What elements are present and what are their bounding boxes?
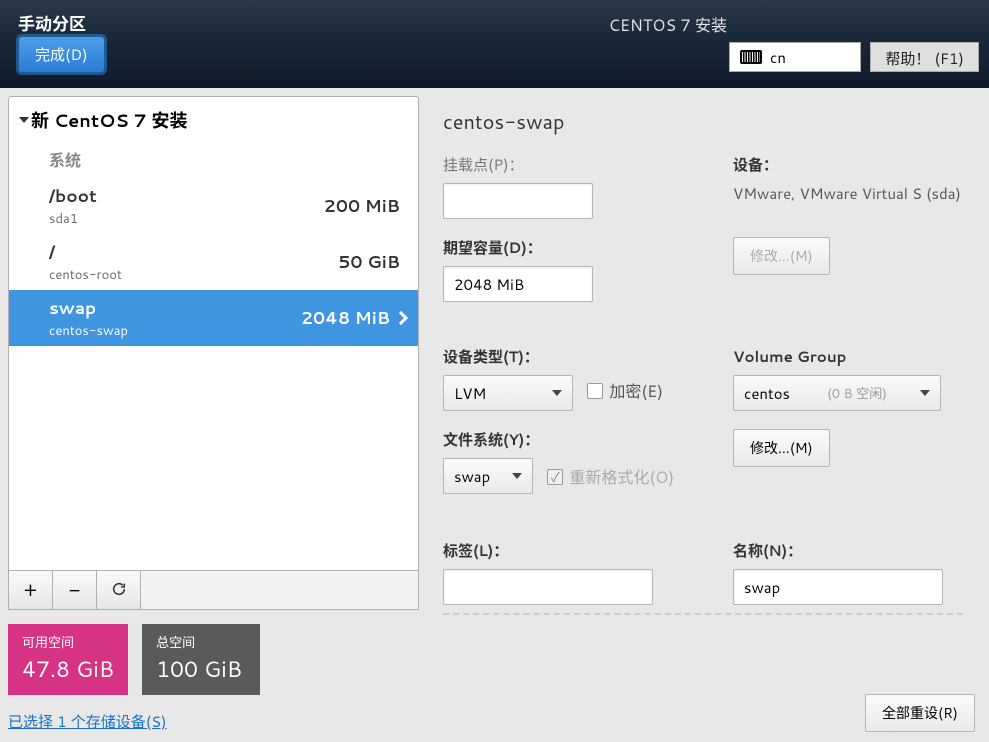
capacity-input[interactable] — [443, 266, 593, 302]
tree-header[interactable]: 新 CentOS 7 安装 — [9, 97, 418, 143]
partition-row-boot[interactable]: /boot sda1 200 MiB — [9, 178, 418, 234]
partition-toolbar: + − — [8, 571, 419, 610]
partition-name: /boot — [49, 184, 324, 208]
keyboard-icon — [740, 50, 762, 64]
keyboard-layout-indicator[interactable]: cn — [729, 42, 861, 72]
device-type-value: LVM — [454, 383, 486, 404]
tag-label: 标签(L)： — [443, 540, 723, 561]
filesystem-value: swap — [454, 466, 490, 487]
reformat-label: 重新格式化(O) — [569, 464, 674, 489]
partition-device: sda1 — [49, 210, 324, 228]
keyboard-layout-label: cn — [770, 47, 786, 68]
total-space-value: 100 GiB — [156, 654, 246, 685]
reload-icon — [111, 581, 127, 597]
remove-partition-button[interactable]: − — [53, 571, 97, 609]
device-type-select[interactable]: LVM — [443, 375, 573, 411]
chevron-down-icon — [512, 473, 522, 479]
partition-row-swap[interactable]: swap centos-swap 2048 MiB — [9, 290, 418, 346]
detail-heading: centos-swap — [443, 108, 963, 136]
topbar: 手动分区 完成(D) CENTOS 7 安装 cn 帮助！ (F1) — [0, 0, 989, 88]
volume-group-select[interactable]: centos (0 B 空闲) — [733, 375, 941, 411]
device-type-label: 设备类型(T)： — [443, 346, 723, 367]
device-text: VMware, VMware Virtual S (sda) — [733, 183, 963, 204]
partition-name: swap — [49, 296, 301, 320]
available-space-label: 可用空间 — [22, 632, 114, 652]
separator — [443, 613, 963, 615]
total-space-box: 总空间 100 GiB — [142, 624, 260, 695]
reformat-checkbox — [547, 469, 563, 485]
partition-size: 2048 MiB — [301, 306, 390, 330]
partition-device: centos-root — [49, 266, 338, 284]
volume-group-label: Volume Group — [733, 346, 963, 367]
partition-device: centos-swap — [49, 322, 301, 340]
total-space-label: 总空间 — [156, 632, 246, 652]
left-pane: 新 CentOS 7 安装 系统 /boot sda1 200 MiB / ce… — [8, 96, 419, 732]
add-partition-button[interactable]: + — [9, 571, 53, 609]
mountpoint-input[interactable] — [443, 183, 593, 219]
tag-input[interactable] — [443, 569, 653, 605]
encrypt-label: 加密(E) — [609, 378, 663, 403]
mountpoint-label: 挂载点(P)： — [443, 154, 723, 175]
help-button[interactable]: 帮助！ (F1) — [870, 42, 979, 72]
capacity-label: 期望容量(D)： — [443, 237, 723, 258]
modify-device-button[interactable]: 修改...(M) — [733, 237, 830, 275]
partition-row-root[interactable]: / centos-root 50 GiB — [9, 234, 418, 290]
main-area: 新 CentOS 7 安装 系统 /boot sda1 200 MiB / ce… — [8, 96, 981, 732]
reset-all-button[interactable]: 全部重设(R) — [865, 694, 975, 732]
chevron-down-icon — [920, 390, 930, 396]
modify-vg-button[interactable]: 修改...(M) — [733, 429, 830, 467]
chevron-down-icon — [552, 390, 562, 396]
reload-button[interactable] — [97, 571, 141, 609]
installer-title: CENTOS 7 安装 — [609, 12, 728, 37]
partition-name: / — [49, 240, 338, 264]
detail-form: 挂载点(P)： 设备： VMware, VMware Virtual S (sd… — [443, 154, 963, 605]
volume-group-free: (0 B 空闲) — [827, 383, 887, 403]
space-summary: 可用空间 47.8 GiB 总空间 100 GiB — [8, 624, 419, 695]
chevron-right-icon — [394, 311, 408, 325]
system-section-label: 系统 — [9, 143, 418, 178]
device-label: 设备： — [733, 154, 963, 175]
tree-header-label: 新 CentOS 7 安装 — [31, 107, 188, 133]
page-title: 手动分区 — [18, 10, 86, 36]
partition-tree: 新 CentOS 7 安装 系统 /boot sda1 200 MiB / ce… — [8, 96, 419, 571]
right-pane: centos-swap 挂载点(P)： 设备： VMware, VMware V… — [419, 96, 981, 732]
encrypt-checkbox[interactable] — [587, 383, 603, 399]
name-label: 名称(N)： — [733, 540, 963, 561]
name-input[interactable] — [733, 569, 943, 605]
available-space-value: 47.8 GiB — [22, 654, 114, 685]
chevron-down-icon — [19, 117, 29, 123]
volume-group-value: centos — [744, 383, 790, 404]
partition-size: 50 GiB — [338, 250, 400, 274]
filesystem-label: 文件系统(Y)： — [443, 429, 723, 450]
done-button[interactable]: 完成(D) — [18, 36, 105, 73]
storage-devices-link[interactable]: 已选择 1 个存储设备(S) — [8, 711, 419, 732]
partition-size: 200 MiB — [324, 194, 400, 218]
available-space-box: 可用空间 47.8 GiB — [8, 624, 128, 695]
filesystem-select[interactable]: swap — [443, 458, 533, 494]
